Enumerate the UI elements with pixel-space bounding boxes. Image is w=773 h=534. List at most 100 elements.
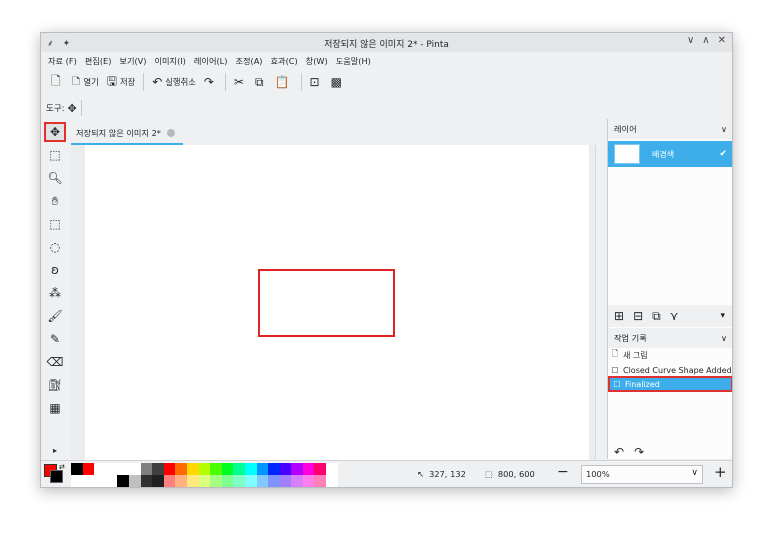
copy-button[interactable]: ⧉	[251, 72, 271, 92]
paintbrush-tool-icon[interactable]: 🖌︎	[44, 306, 66, 326]
cut-button[interactable]: ✂	[230, 72, 251, 92]
minimize-icon[interactable]: ∨	[687, 35, 694, 46]
palette-swatch[interactable]	[94, 475, 106, 487]
new-button[interactable]: 🗋	[47, 72, 68, 92]
layer-visible-check-icon[interactable]: ✔	[719, 149, 727, 159]
palette-swatch[interactable]	[71, 475, 83, 487]
palette-swatch[interactable]	[291, 475, 303, 487]
palette-swatch[interactable]	[244, 463, 257, 475]
tab-close-icon[interactable]	[166, 129, 175, 137]
paint-bucket-tool-icon[interactable]: ⛽︎	[44, 375, 66, 395]
more-tools-icon[interactable]: ▸	[44, 440, 66, 460]
history-redo-icon[interactable]: ↷	[634, 445, 644, 459]
palette-swatch[interactable]	[94, 463, 106, 475]
menu-layers[interactable]: 레이어(L)	[191, 53, 233, 69]
canvas-viewport[interactable]	[71, 145, 607, 460]
secondary-color-swatch[interactable]	[50, 470, 63, 483]
palette-swatch[interactable]	[105, 463, 118, 475]
history-header[interactable]: 작업 기록 ∨	[608, 328, 732, 348]
palette-swatch[interactable]	[198, 463, 211, 475]
layers-header[interactable]: 레이어 ∨	[608, 119, 732, 139]
palette-swatch[interactable]	[210, 475, 222, 487]
document-tab[interactable]: 저장되지 않은 이미지 2*	[71, 123, 183, 145]
lasso-select-tool-icon[interactable]: ʚ	[44, 260, 66, 280]
palette-swatch[interactable]	[140, 475, 153, 487]
palette-swatch[interactable]	[117, 463, 129, 475]
palette-swatch[interactable]	[314, 463, 327, 475]
palette-swatch[interactable]	[279, 463, 292, 475]
deselect-button[interactable]: ▩	[327, 72, 349, 92]
palette-swatch[interactable]	[82, 463, 95, 475]
palette-swatch[interactable]	[279, 475, 292, 487]
move-selection-tool-icon[interactable]: ⬚	[44, 145, 66, 165]
palette-swatch[interactable]	[117, 475, 129, 487]
palette-swatch[interactable]	[128, 463, 141, 475]
layer-item-background[interactable]: 배경색 ✔	[608, 141, 732, 167]
maximize-icon[interactable]: ∧	[702, 35, 709, 46]
close-icon[interactable]: ✕	[718, 35, 726, 46]
zoom-out-button[interactable]: −	[557, 464, 569, 480]
duplicate-layer-icon[interactable]: ⧉	[652, 309, 661, 324]
swap-colors-icon[interactable]: ⇄	[59, 463, 65, 471]
pencil-tool-icon[interactable]: ✎	[44, 329, 66, 349]
palette-swatch[interactable]	[291, 463, 303, 475]
palette-swatch[interactable]	[326, 463, 338, 475]
menu-view[interactable]: 보기(V)	[116, 53, 151, 69]
delete-layer-icon[interactable]: ⊟	[633, 309, 643, 323]
save-button[interactable]: 🖫 저장	[103, 72, 140, 92]
palette-swatch[interactable]	[163, 463, 176, 475]
undo-button[interactable]: ↶ 실행취소	[148, 72, 200, 92]
palette-swatch[interactable]	[152, 463, 164, 475]
palette-swatch[interactable]	[128, 475, 141, 487]
chevron-down-icon[interactable]: ∨	[721, 124, 727, 134]
palette-swatch[interactable]	[152, 475, 164, 487]
rectangle-select-tool-icon[interactable]: ⬚	[44, 214, 66, 234]
palette-swatch[interactable]	[302, 463, 315, 475]
palette-swatch[interactable]	[221, 475, 234, 487]
palette-swatch[interactable]	[268, 463, 280, 475]
palette-swatch[interactable]	[71, 463, 83, 475]
paste-button[interactable]: 📋	[271, 72, 297, 92]
vertical-scrollbar[interactable]	[595, 145, 607, 460]
palette-swatch[interactable]	[233, 475, 245, 487]
palette-swatch[interactable]	[186, 463, 199, 475]
palette-swatch[interactable]	[82, 475, 95, 487]
gradient-tool-icon[interactable]: ▦	[44, 398, 66, 418]
palette-swatch[interactable]	[244, 475, 257, 487]
history-item-selected[interactable]: ☐ Finalized	[608, 376, 732, 392]
menu-edit[interactable]: 편집(E)	[82, 53, 117, 69]
ellipse-select-tool-icon[interactable]: ◌	[44, 237, 66, 257]
palette-swatch[interactable]	[210, 463, 222, 475]
chevron-down-icon[interactable]: ∨	[721, 333, 727, 343]
menu-effects[interactable]: 효과(C)	[268, 53, 303, 69]
palette-swatch[interactable]	[314, 475, 327, 487]
palette-swatch[interactable]	[140, 463, 153, 475]
move-selected-tool-icon[interactable]: ✥	[44, 122, 66, 142]
merge-layer-icon[interactable]: ⋎	[670, 309, 679, 323]
menu-image[interactable]: 이미지(I)	[151, 53, 190, 69]
palette-swatch[interactable]	[163, 475, 176, 487]
palette-swatch[interactable]	[175, 463, 187, 475]
history-item[interactable]: 🗋 새 그림	[608, 347, 732, 363]
palette-swatch[interactable]	[256, 463, 269, 475]
magic-wand-tool-icon[interactable]: ⁂	[44, 283, 66, 303]
pan-tool-icon[interactable]: ✋︎	[44, 191, 66, 211]
palette-swatch[interactable]	[221, 463, 234, 475]
palette-swatch[interactable]	[175, 475, 187, 487]
menu-window[interactable]: 창(W)	[303, 53, 333, 69]
palette-swatch[interactable]	[256, 475, 269, 487]
zoom-in-button[interactable]: +	[714, 463, 727, 481]
history-undo-icon[interactable]: ↶	[614, 445, 624, 459]
palette-swatch[interactable]	[198, 475, 211, 487]
eraser-tool-icon[interactable]: ⌫	[44, 352, 66, 372]
menu-adjustments[interactable]: 조정(A)	[232, 53, 267, 69]
palette-swatch[interactable]	[233, 463, 245, 475]
open-button[interactable]: 🗅 열기	[68, 72, 103, 92]
palette-swatch[interactable]	[326, 475, 338, 487]
palette-swatch[interactable]	[186, 475, 199, 487]
add-layer-icon[interactable]: ⊞	[614, 309, 624, 323]
palette-swatch[interactable]	[268, 475, 280, 487]
layer-menu-icon[interactable]: ▾	[720, 311, 725, 321]
menu-file[interactable]: 자료 (F)	[45, 53, 82, 69]
palette-swatch[interactable]	[105, 475, 118, 487]
